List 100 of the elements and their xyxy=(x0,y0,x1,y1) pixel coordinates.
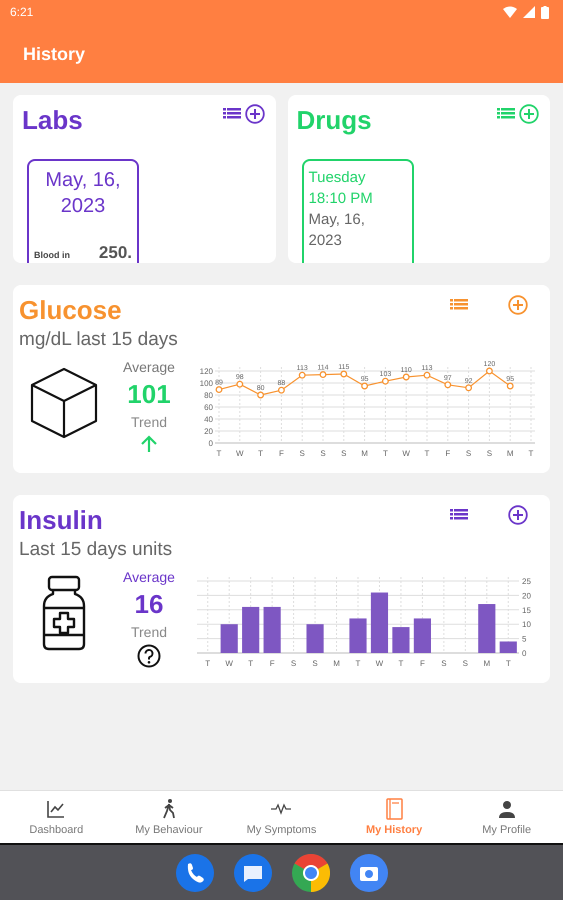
nav-tab[interactable]: My Symptoms xyxy=(225,791,338,843)
list-icon xyxy=(222,108,240,120)
x-tick-label: T xyxy=(506,659,511,668)
x-tick-label: M xyxy=(333,659,340,668)
data-point xyxy=(444,381,452,388)
data-point xyxy=(340,370,348,378)
app-title: History xyxy=(22,43,86,65)
nav-tab[interactable]: My History xyxy=(338,791,450,843)
x-tick-label: T xyxy=(424,449,430,458)
x-tick-label: T xyxy=(356,659,360,668)
bar xyxy=(478,604,496,653)
x-tick-label: S xyxy=(300,449,305,458)
x-tick-label: T xyxy=(216,449,222,458)
x-tick-label: S xyxy=(462,659,468,668)
bar xyxy=(349,618,367,653)
list-button[interactable] xyxy=(450,509,468,521)
data-point xyxy=(424,372,430,379)
x-tick-label: M xyxy=(506,449,514,458)
y-tick-label: 20 xyxy=(522,591,531,600)
card-title: Drugs xyxy=(296,105,372,135)
entry-value: 250. xyxy=(98,243,132,263)
bar xyxy=(264,606,281,653)
entry-label: Blood in xyxy=(34,250,70,260)
x-tick-label: T xyxy=(205,659,210,668)
bar xyxy=(392,627,410,653)
bar xyxy=(242,606,260,653)
y-tick-label: 40 xyxy=(204,415,213,424)
x-tick-label: S xyxy=(341,449,346,458)
x-tick-label: S xyxy=(441,659,447,668)
average-label: Average xyxy=(123,569,175,585)
average-value: 101 xyxy=(127,379,171,410)
bar xyxy=(306,624,324,653)
bar xyxy=(500,641,517,653)
list-icon xyxy=(450,299,468,311)
data-point xyxy=(320,371,326,378)
cube-icon xyxy=(28,365,100,441)
x-tick-label: S xyxy=(466,449,472,458)
data-point xyxy=(486,368,493,374)
nav-tab[interactable]: My Behaviour xyxy=(112,791,226,843)
card-subtitle: mg/dL last 15 days xyxy=(19,329,179,351)
y-tick-label: 60 xyxy=(204,403,213,412)
nav-tab[interactable]: My Profile xyxy=(450,791,563,843)
x-tick-label: T xyxy=(528,449,534,458)
list-icon xyxy=(497,108,515,120)
average-value: 16 xyxy=(134,589,164,620)
x-tick-label: F xyxy=(445,449,450,458)
wifi-icon xyxy=(503,6,517,18)
entry-day: Tuesday xyxy=(308,167,388,188)
nav-tab[interactable]: Dashboard xyxy=(0,791,113,843)
y-tick-label: 25 xyxy=(522,577,531,586)
y-tick-label: 0 xyxy=(522,649,526,658)
trend-label: Trend xyxy=(130,624,168,640)
signal-icon xyxy=(523,6,535,18)
x-tick-label: S xyxy=(312,659,318,668)
trend-label: Trend xyxy=(130,414,168,430)
entry-date: May, 16, 2023 xyxy=(44,168,122,219)
data-point xyxy=(402,374,410,380)
x-tick-label: T xyxy=(258,449,264,458)
x-tick-label: S xyxy=(290,659,296,668)
x-tick-label: W xyxy=(402,449,410,458)
bar xyxy=(414,618,431,653)
card-title: Insulin xyxy=(19,505,103,535)
x-tick-label: S xyxy=(486,449,492,458)
medicine-bottle-icon xyxy=(41,575,87,651)
card-subtitle: Last 15 days units xyxy=(19,539,174,561)
x-tick-label: F xyxy=(420,659,425,668)
y-tick-label: 20 xyxy=(204,427,213,436)
y-tick-label: 80 xyxy=(204,391,213,400)
x-tick-label: W xyxy=(376,659,384,668)
add-icon xyxy=(508,295,528,315)
bar xyxy=(220,624,238,653)
entry-time: 18:10 PM xyxy=(308,189,374,209)
data-point xyxy=(506,382,514,390)
add-icon xyxy=(519,104,539,124)
status-time: 6:21 xyxy=(10,5,34,19)
data-point xyxy=(257,392,264,398)
data-point xyxy=(465,384,472,392)
add-icon xyxy=(508,505,528,525)
y-tick-label: 5 xyxy=(522,634,526,644)
data-point xyxy=(278,386,285,394)
x-tick-label: T xyxy=(382,449,388,458)
browser-app-icon xyxy=(292,854,330,892)
data-point xyxy=(382,378,389,385)
average-label: Average xyxy=(123,359,175,375)
card-title: Glucose xyxy=(19,295,122,325)
add-button[interactable] xyxy=(508,505,528,525)
list-button[interactable] xyxy=(222,108,240,120)
x-tick-label: F xyxy=(278,449,284,458)
data-point xyxy=(236,380,244,388)
list-icon xyxy=(450,509,468,521)
x-tick-label: W xyxy=(236,449,244,458)
y-tick-label: 15 xyxy=(522,606,531,615)
add-icon xyxy=(244,104,264,124)
data-point xyxy=(298,372,306,379)
x-tick-label: M xyxy=(483,659,490,668)
add-button[interactable] xyxy=(244,104,264,124)
y-tick-label: 10 xyxy=(522,620,531,630)
x-tick-label: M xyxy=(361,449,368,458)
card-title: Labs xyxy=(22,105,83,135)
camera-app-icon xyxy=(350,854,388,892)
